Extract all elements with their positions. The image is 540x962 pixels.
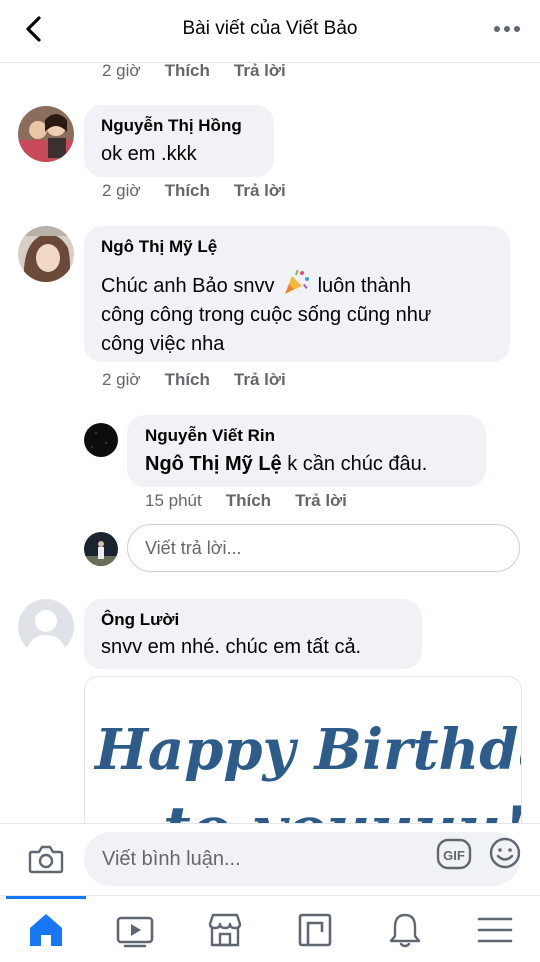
comment-text: Chúc anh Bảo snvv luôn thành công công t… [101, 268, 431, 359]
comment-time: 15 phút [145, 491, 202, 510]
camera-icon[interactable] [28, 843, 64, 875]
comment-meta: 2 giờ Thích Trả lời [102, 63, 310, 81]
commenter-name[interactable]: Ngô Thị Mỹ Lệ [101, 237, 217, 257]
reply-link[interactable]: Trả lời [234, 370, 286, 389]
comment-time: 2 giờ [102, 370, 141, 389]
comment-thread[interactable]: 2 giờ Thích Trả lời Nguyễn Thị Hồng ok em … [0, 63, 540, 823]
comment-text: snvv em nhé. chúc em tất cả. [101, 636, 362, 658]
comment-text-part: Chúc anh Bảo snvv [101, 275, 275, 297]
gif-label: GIF [443, 848, 465, 863]
comment-text: Ngô Thị Mỹ Lệ k cần chúc đâu. [145, 450, 427, 479]
reply-link[interactable]: Trả lời [234, 181, 286, 200]
reply-input[interactable]: Viết trả lời... [127, 524, 520, 572]
comment-time: 2 giờ [102, 181, 141, 200]
gif-icon[interactable]: GIF [436, 837, 472, 871]
avatar[interactable] [18, 226, 74, 282]
avatar[interactable] [84, 423, 118, 457]
comment-text: ok em .kkk [101, 143, 197, 165]
pages-icon[interactable] [295, 910, 335, 950]
comment-text-part: công công trong cuộc sống cũng như [101, 304, 432, 326]
comment-meta: 15 phút Thích Trả lời [145, 491, 371, 511]
bottom-tab-bar [0, 895, 540, 962]
like-link[interactable]: Thích [165, 63, 210, 80]
video-icon[interactable] [115, 910, 155, 950]
comment-bubble[interactable]: Ngô Thị Mỹ Lệ Chúc anh Bảo snvv luôn thà… [84, 226, 510, 362]
comment-text-part: luôn thành [317, 275, 411, 297]
commenter-name[interactable]: Nguyễn Thị Hồng [101, 116, 242, 136]
comment-input-placeholder: Viết bình luận... [102, 848, 241, 870]
reply-link[interactable]: Trả lời [234, 63, 286, 80]
commenter-name[interactable]: Ông Lười [101, 610, 179, 630]
marketplace-icon[interactable] [205, 910, 245, 950]
mention-link[interactable]: Ngô Thị Mỹ Lệ [145, 453, 282, 475]
comment-bubble[interactable]: Ông Lười snvv em nhé. chúc em tất cả. [84, 599, 422, 669]
menu-icon[interactable] [475, 910, 515, 950]
reply-bubble[interactable]: Nguyễn Viết Rin Ngô Thị Mỹ Lệ k cần chúc… [127, 415, 486, 487]
comment-meta: 2 giờ Thích Trả lời [102, 370, 310, 390]
reply-input-placeholder: Viết trả lời... [145, 538, 242, 558]
comment-time: 2 giờ [102, 63, 141, 80]
active-tab-indicator [6, 896, 86, 899]
top-bar: Bài viết của Viết Bảo [0, 0, 540, 63]
comment-text-part: k cần chúc đâu. [281, 453, 428, 475]
birthday-text-line1: Happy Birthday [93, 717, 521, 783]
comment-meta: 2 giờ Thích Trả lời [102, 181, 310, 201]
default-avatar[interactable] [18, 599, 74, 655]
current-user-avatar [84, 532, 118, 566]
notifications-icon[interactable] [385, 910, 425, 950]
commenter-name[interactable]: Nguyễn Viết Rin [145, 426, 275, 446]
avatar[interactable] [18, 106, 74, 162]
birthday-image-attachment[interactable]: Happy Birthday to youuuu! [84, 676, 522, 823]
comment-text-part: công việc nha [101, 333, 225, 355]
like-link[interactable]: Thích [226, 491, 271, 510]
birthday-image: Happy Birthday to youuuu! [93, 717, 521, 823]
reply-link[interactable]: Trả lời [295, 491, 347, 510]
like-link[interactable]: Thích [165, 181, 210, 200]
comment-composer: Viết bình luận... GIF [0, 823, 540, 896]
comment-bubble[interactable]: Nguyễn Thị Hồng ok em .kkk [84, 105, 274, 177]
more-options-icon[interactable] [492, 16, 522, 42]
like-link[interactable]: Thích [165, 370, 210, 389]
birthday-text-line2: to youuuu! [163, 794, 521, 823]
party-popper-icon [285, 269, 309, 294]
home-icon[interactable] [26, 910, 66, 950]
emoji-icon[interactable] [488, 836, 522, 870]
page-title: Bài viết của Viết Bảo [182, 18, 358, 39]
